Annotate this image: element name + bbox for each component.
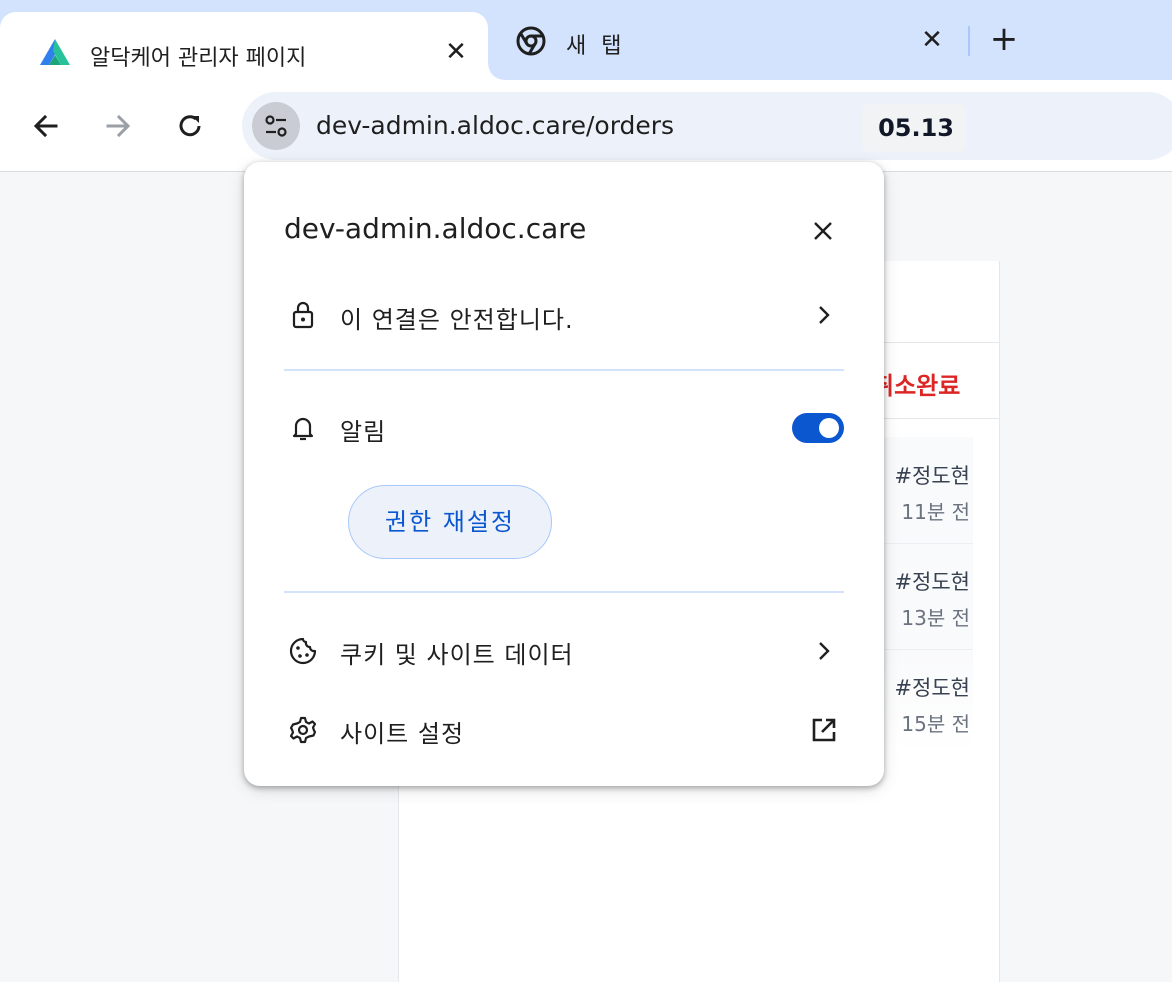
toggle-knob [819,418,839,438]
site-info-popup: dev-admin.aldoc.care 이 연결은 안전합니다. 알림 권한 … [244,162,884,786]
popup-host: dev-admin.aldoc.care [284,212,587,245]
tab-new-tab-title[interactable]: 새 탭 [566,28,625,60]
divider [284,369,844,371]
close-icon[interactable] [808,216,838,246]
address-bar[interactable]: dev-admin.aldoc.care/orders [242,92,1172,160]
connection-secure-row[interactable]: 이 연결은 안전합니다. [340,300,574,335]
chevron-right-icon[interactable] [812,303,836,327]
reset-permissions-button[interactable]: 권한 재설정 [348,485,552,559]
cookies-site-data-row[interactable]: 쿠키 및 사이트 데이터 [340,635,574,670]
divider [284,591,844,593]
date-chip[interactable]: 05.13 [862,104,966,152]
order-time: 11분 전 [901,500,970,524]
url-text[interactable]: dev-admin.aldoc.care/orders [316,111,674,140]
tune-icon [265,115,287,137]
notifications-toggle[interactable] [792,413,844,443]
bell-icon [292,417,314,441]
order-time: 13분 전 [901,606,970,630]
order-customer-name: #정도현 [894,570,970,594]
site-settings-row[interactable]: 사이트 설정 [340,714,464,749]
back-arrow-icon[interactable] [28,108,64,144]
lock-icon [292,301,314,329]
order-time: 15분 전 [901,712,970,736]
external-link-icon[interactable] [808,714,840,746]
reload-icon[interactable] [172,108,208,144]
new-tab-plus-icon[interactable]: + [988,22,1020,56]
tab-separator [968,26,970,56]
browser-toolbar: dev-admin.aldoc.care/orders [0,80,1172,172]
chevron-right-icon[interactable] [812,639,836,663]
gear-icon [289,716,317,744]
forward-arrow-icon[interactable] [100,108,136,144]
notifications-label: 알림 [340,418,387,446]
tab-close-icon[interactable]: ✕ [918,26,946,54]
status-filter-cancelled[interactable]: 취소완료 [872,366,960,401]
order-customer-name: #정도현 [894,464,970,488]
tab-strip: 알닥케어 관리자 페이지 ✕ 새 탭 ✕ + [0,0,1172,92]
aldoc-logo-icon [40,39,70,65]
cookie-icon [289,637,317,665]
tab-close-icon[interactable]: ✕ [442,38,470,66]
site-info-button[interactable] [252,102,300,150]
chrome-icon [516,26,546,56]
order-customer-name: #정도현 [894,676,970,700]
tab-title: 알닥케어 관리자 페이지 [90,46,307,71]
